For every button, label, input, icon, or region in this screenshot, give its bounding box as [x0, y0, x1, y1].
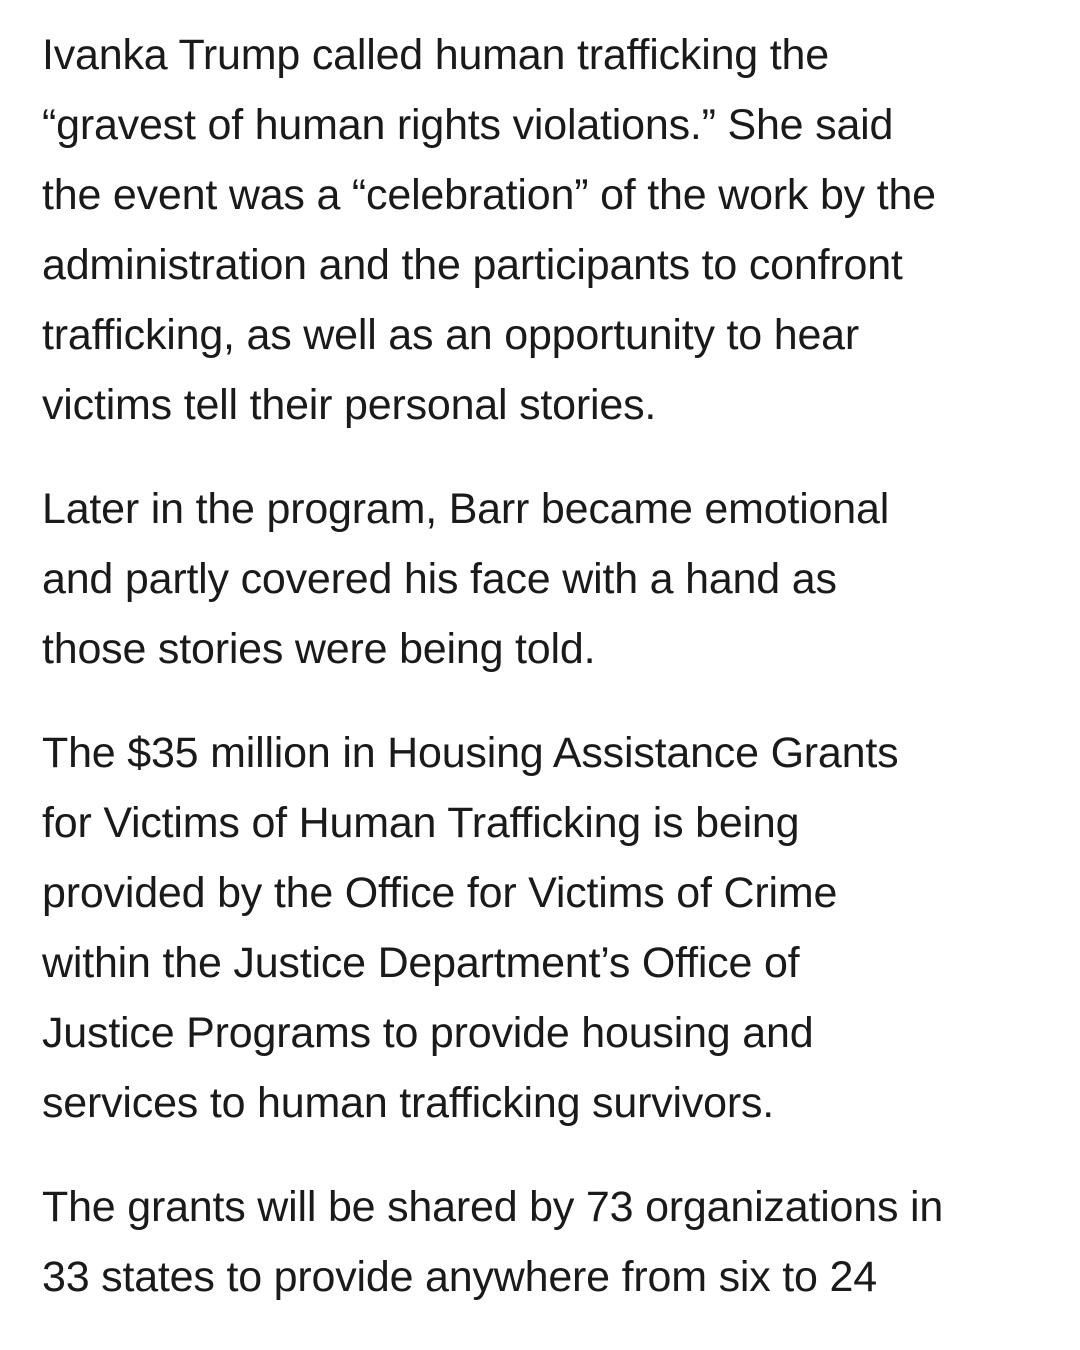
- paragraph-line: provided by the Office for Victims of Cr…: [42, 869, 838, 917]
- paragraph-line: and partly covered his face with a hand …: [42, 555, 837, 603]
- paragraph-line: victims tell their personal stories.: [42, 381, 657, 429]
- paragraph-line: The grants will be shared by 73 organiza…: [42, 1183, 944, 1231]
- paragraph-line: Ivanka Trump called human trafficking th…: [42, 31, 829, 79]
- paragraph-line: within the Justice Department’s Office o…: [42, 939, 800, 987]
- paragraph-grants-shared: The grants will be shared by 73 organiza…: [42, 1172, 1040, 1312]
- paragraph-line: those stories were being told.: [42, 625, 596, 673]
- paragraph-barr-emotional: Later in the program, Barr became emotio…: [42, 474, 1040, 684]
- paragraph-line: 33 states to provide anywhere from six t…: [42, 1253, 877, 1301]
- paragraph-line: The $35 million in Housing Assistance Gr…: [42, 729, 899, 777]
- paragraph-line: trafficking, as well as an opportunity t…: [42, 311, 860, 359]
- paragraph-line: “gravest of human rights violations.” Sh…: [42, 101, 894, 149]
- paragraph-housing-grants: The $35 million in Housing Assistance Gr…: [42, 718, 1040, 1138]
- paragraph-line: services to human trafficking survivors.: [42, 1079, 775, 1127]
- paragraph-line: Justice Programs to provide housing and: [42, 1009, 814, 1057]
- paragraph-ivanka-quote: Ivanka Trump called human trafficking th…: [42, 20, 1040, 440]
- paragraph-line: Later in the program, Barr became emotio…: [42, 485, 890, 533]
- paragraph-line: the event was a “celebration” of the wor…: [42, 171, 936, 219]
- paragraph-line: for Victims of Human Trafficking is bein…: [42, 799, 800, 847]
- paragraph-line: administration and the participants to c…: [42, 241, 903, 289]
- article-body: Ivanka Trump called human trafficking th…: [0, 0, 1080, 1350]
